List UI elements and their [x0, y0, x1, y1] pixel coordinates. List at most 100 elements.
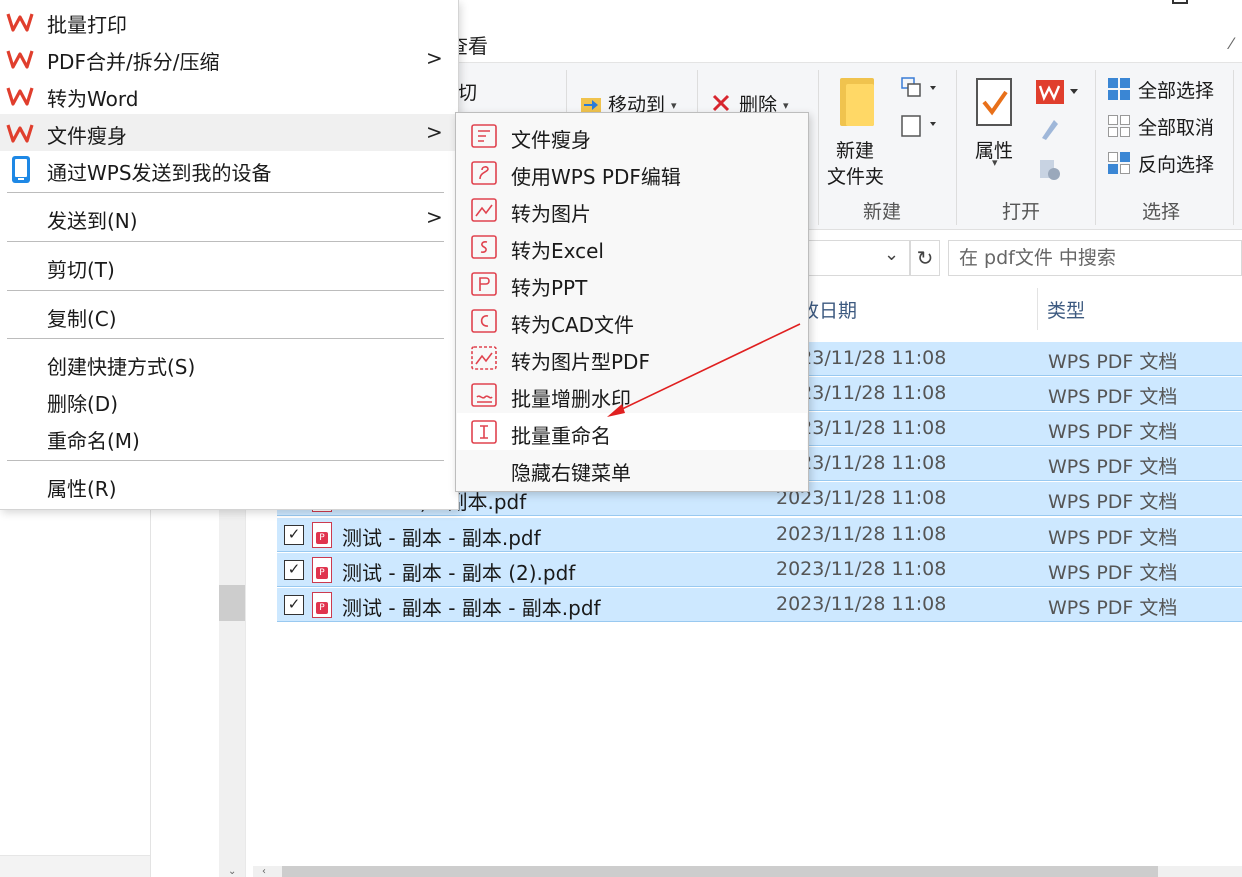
invert-selection-icon	[1108, 152, 1130, 174]
submenu-arrow-icon: >	[426, 120, 443, 144]
submenu-item-label: 隐藏右键菜单	[511, 461, 631, 485]
submenu-item-label: 转为Excel	[511, 239, 604, 263]
file-type: WPS PDF 文档	[1048, 491, 1178, 513]
column-header-type[interactable]: 类型	[1047, 296, 1085, 323]
file-name: 测试 - 副本 - 副本 - 副本.pdf	[342, 596, 601, 620]
new-folder-label-line2[interactable]: 文件夹	[827, 162, 884, 189]
pane-splitter[interactable]	[245, 510, 251, 877]
submenu-item-to-ppt[interactable]: 转为PPT	[457, 265, 807, 302]
menu-item-copy[interactable]: 复制(C)	[0, 297, 458, 334]
file-checkbox[interactable]: ✓	[284, 560, 304, 580]
file-checkbox[interactable]: ✓	[284, 525, 304, 545]
menu-item-send-to-device[interactable]: 通过WPS发送到我的设备	[0, 151, 458, 188]
ribbon-partial-label: 切	[458, 82, 478, 104]
submenu-item-to-image-pdf[interactable]: 转为图片型PDF	[457, 339, 807, 376]
navigation-pane[interactable]	[0, 510, 150, 855]
submenu-item-label: 文件瘦身	[511, 128, 591, 152]
scroll-left-arrow-icon[interactable]: ‹	[262, 866, 266, 877]
menu-item-convert-word[interactable]: 转为Word	[0, 77, 458, 114]
file-type: WPS PDF 文档	[1048, 456, 1178, 478]
search-input[interactable]: 在 pdf文件 中搜索	[948, 240, 1242, 276]
submenu-item-label: 转为图片	[511, 202, 591, 226]
file-row[interactable]: ✓ P 测试 - 副本 - 副本 - 副本.pdf 2023/11/28 11:…	[277, 588, 1242, 622]
column-separator[interactable]	[1037, 288, 1038, 330]
refresh-button[interactable]: ↻	[910, 240, 940, 276]
menu-item-label: 剪切(T)	[47, 258, 115, 282]
menu-item-send-to[interactable]: 发送到(N) >	[0, 199, 458, 236]
submenu-item-to-cad[interactable]: 转为CAD文件	[457, 302, 807, 339]
menu-item-delete[interactable]: 删除(D)	[0, 382, 458, 419]
file-name: 测试 - 副本 - 副本 (2).pdf	[342, 561, 576, 585]
submenu-item-label: 批量重命名	[511, 424, 611, 448]
wps-logo-icon	[6, 87, 34, 106]
status-bar	[0, 855, 150, 877]
ribbon-separator	[818, 70, 819, 225]
file-row[interactable]: ✓ P 测试 - 副本 - 副本.pdf 2023/11/28 11:08 WP…	[277, 518, 1242, 552]
menu-item-cut[interactable]: 剪切(T)	[0, 248, 458, 285]
submenu-item-label: 转为CAD文件	[511, 313, 635, 337]
submenu-arrow-icon: >	[426, 46, 443, 70]
properties-dropdown-icon[interactable]: ▾	[992, 156, 998, 169]
select-all-button[interactable]: 全部选择	[1138, 76, 1214, 103]
delete-dropdown-icon: ▾	[783, 99, 789, 112]
scroll-down-arrow-icon[interactable]: ⌄	[228, 866, 236, 877]
ribbon-separator	[1095, 70, 1096, 225]
select-all-icon	[1108, 78, 1130, 100]
file-date: 2023/11/28 11:08	[776, 523, 947, 545]
new-item-icons[interactable]	[900, 76, 942, 140]
phone-device-icon	[12, 156, 30, 183]
address-history-chevron-icon[interactable]: ⌄	[884, 244, 899, 265]
watermark-icon	[471, 383, 497, 407]
submenu-item-to-excel[interactable]: 转为Excel	[457, 228, 807, 265]
window-restore-icon[interactable]	[1172, 0, 1188, 4]
menu-separator	[7, 192, 444, 193]
pdf-file-icon: P	[312, 522, 332, 548]
submenu-item-file-slim[interactable]: 文件瘦身	[457, 117, 807, 154]
menu-item-batch-print[interactable]: 批量打印	[0, 3, 458, 40]
file-row[interactable]: ✓ P 测试 - 副本 - 副本 (2).pdf 2023/11/28 11:0…	[277, 553, 1242, 587]
convert-image-icon	[471, 198, 497, 222]
menu-item-label: 通过WPS发送到我的设备	[47, 161, 272, 185]
menu-separator	[7, 290, 444, 291]
menu-item-label: PDF合并/拆分/压缩	[47, 50, 220, 74]
wps-logo-icon	[6, 13, 34, 32]
open-tools-icons[interactable]	[1034, 78, 1082, 188]
submenu-item-batch-watermark[interactable]: 批量增删水印	[457, 376, 807, 413]
file-type: WPS PDF 文档	[1048, 597, 1178, 619]
group-label-open: 打开	[1002, 201, 1041, 223]
submenu-item-batch-rename[interactable]: 批量重命名	[457, 413, 807, 450]
menu-item-label: 批量打印	[47, 13, 127, 37]
submenu-item-to-image[interactable]: 转为图片	[457, 191, 807, 228]
menu-item-file-slim[interactable]: 文件瘦身 >	[0, 114, 458, 151]
convert-ppt-icon	[471, 272, 497, 296]
select-none-button[interactable]: 全部取消	[1138, 113, 1214, 140]
file-checkbox[interactable]: ✓	[284, 595, 304, 615]
new-folder-label-line1[interactable]: 新建	[836, 136, 874, 163]
menu-item-rename[interactable]: 重命名(M)	[0, 419, 458, 456]
menu-item-label: 重命名(M)	[47, 429, 140, 453]
menu-separator	[7, 338, 444, 339]
move-to-dropdown-icon: ▾	[671, 99, 677, 112]
refresh-icon: ↻	[916, 246, 934, 270]
nav-pane-scrollbar[interactable]	[219, 510, 245, 877]
move-to-icon	[581, 98, 601, 112]
horizontal-scrollbar-thumb[interactable]	[282, 866, 1158, 877]
ribbon-collapse-icon[interactable]: ⁄	[1230, 34, 1233, 53]
menu-item-properties[interactable]: 属性(R)	[0, 467, 458, 504]
pane-border	[150, 510, 151, 877]
new-folder-icon	[840, 78, 874, 126]
convert-cad-icon	[471, 309, 497, 333]
submenu-item-hide-menu[interactable]: 隐藏右键菜单	[457, 450, 807, 487]
menu-item-label: 创建快捷方式(S)	[47, 355, 196, 379]
submenu-item-label: 批量增删水印	[511, 387, 631, 411]
pdf-edit-icon	[471, 161, 497, 185]
menu-item-label: 转为Word	[47, 87, 139, 111]
submenu-item-wps-pdf-edit[interactable]: 使用WPS PDF编辑	[457, 154, 807, 191]
invert-selection-button[interactable]: 反向选择	[1138, 150, 1214, 177]
convert-image-pdf-icon	[471, 346, 497, 370]
menu-item-create-shortcut[interactable]: 创建快捷方式(S)	[0, 345, 458, 382]
file-name: 测试 - 副本 - 副本.pdf	[342, 526, 541, 550]
wps-logo-icon	[6, 124, 34, 143]
nav-pane-scrollbar-thumb[interactable]	[219, 585, 245, 621]
menu-item-pdf-merge-split[interactable]: PDF合并/拆分/压缩 >	[0, 40, 458, 77]
